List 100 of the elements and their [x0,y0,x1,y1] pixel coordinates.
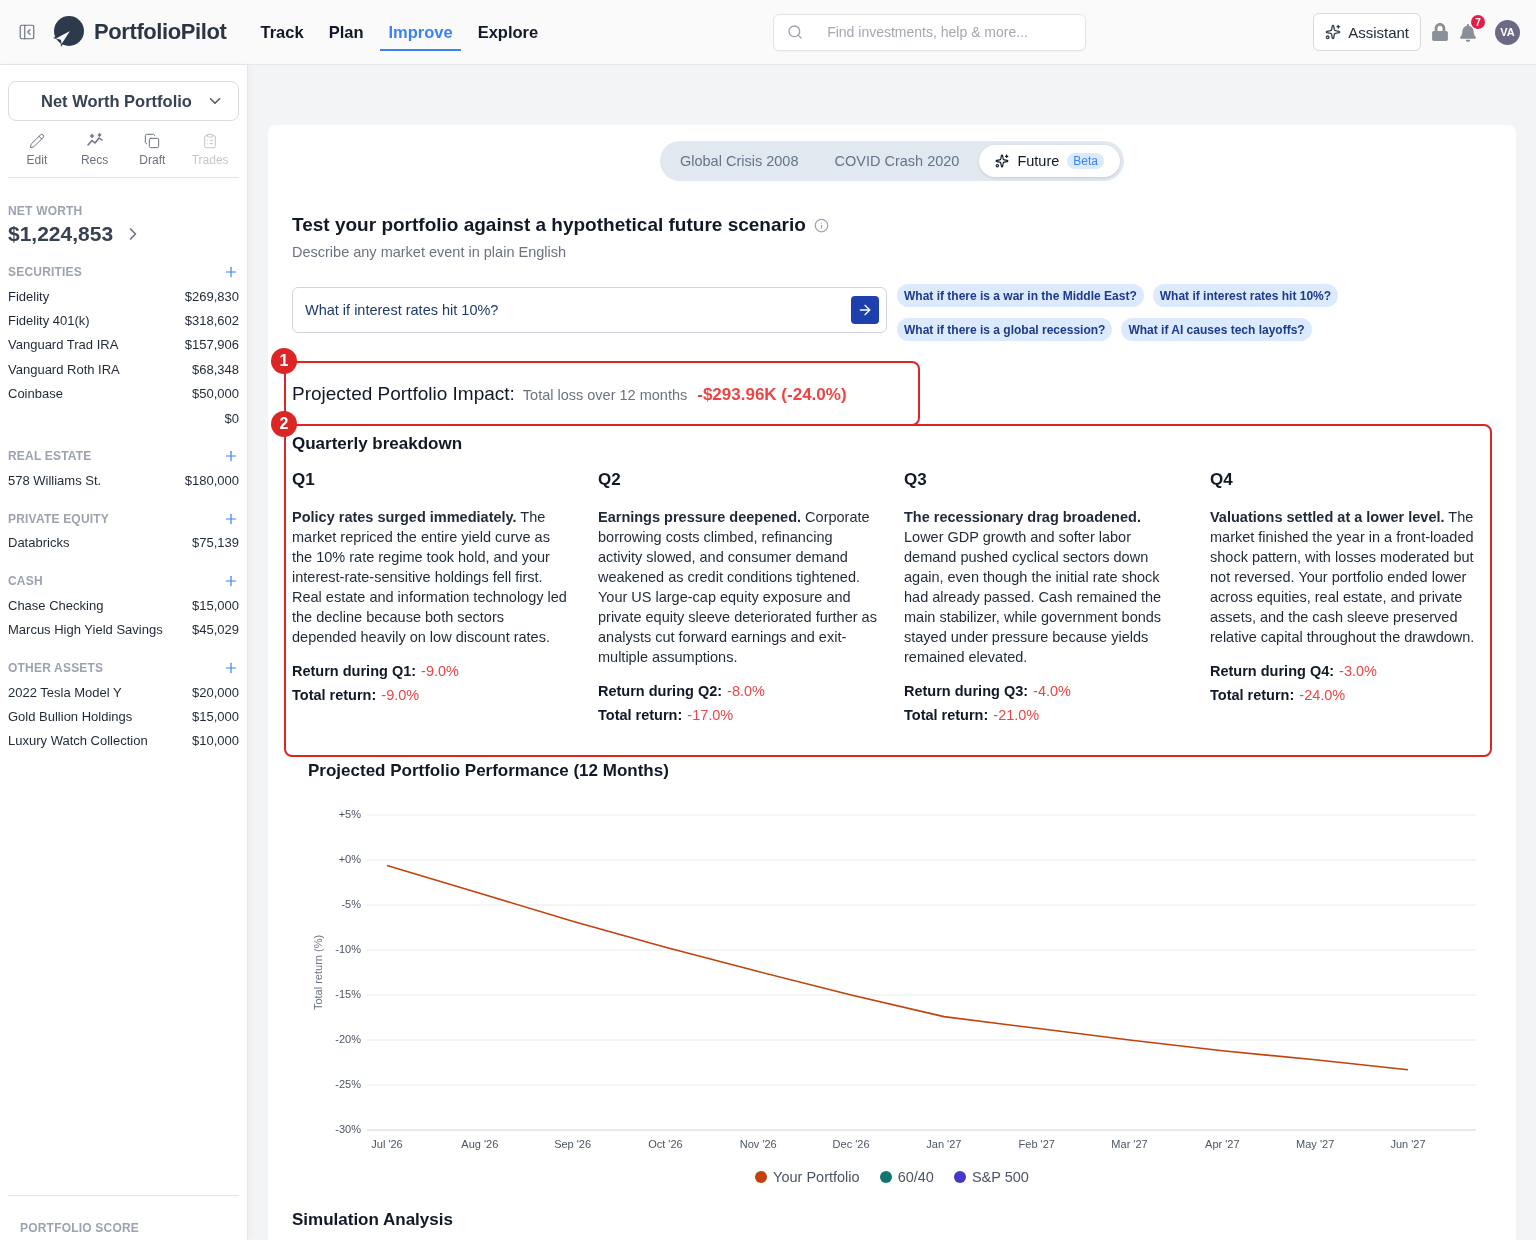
action-button[interactable]: Draft [123,133,182,167]
section-title: PORTFOLIO SCORE [20,1221,139,1235]
account-name[interactable]: Fidelity 401(k) [8,313,90,329]
account-name[interactable]: 2022 Tesla Model Y [8,684,122,700]
account-name[interactable]: 578 Williams St. [8,473,102,489]
account-name[interactable]: Vanguard Roth IRA [8,361,120,377]
account-name[interactable]: Gold Bullion Holdings [8,709,133,724]
suggestion-chip[interactable]: What if interest rates hit 10%? [1152,284,1339,307]
x-tick-label: Oct '26 [648,1137,683,1150]
copy-icon [144,133,161,149]
stat-label: Total return: [292,686,377,705]
account-name[interactable]: Fidelity [8,288,50,304]
stat-label: Total return: [1210,686,1295,705]
sparkle-icon [995,154,1010,168]
y-tick-label: +0% [338,852,361,865]
portfolio-dropdown[interactable]: Net Worth Portfolio [8,81,239,121]
stat-value: -4.0% [1033,682,1071,701]
section-heading: Simulation Analysis [292,1211,454,1229]
step-marker: 1 [271,348,297,374]
suggestion-chip[interactable]: What if there is a war in the Middle East? [897,284,1144,307]
quarter-title: Q4 [1210,470,1234,490]
pencil-icon [28,133,45,149]
x-tick-label: Mar '27 [1111,1137,1148,1150]
section-title: REAL ESTATE [8,449,92,464]
stat-value: -3.0% [1339,662,1377,681]
search-field[interactable]: Find investments, help & more... [773,13,1087,51]
stat-value: -21.0% [993,706,1040,725]
account-value: $0 [224,410,239,426]
account-value: $180,000 [184,473,239,489]
y-tick-label: -25% [335,1077,361,1090]
stat-label: Return during Q2: [598,682,723,701]
x-tick-label: Apr '27 [1205,1137,1240,1150]
submit-button[interactable] [851,296,879,324]
stat-value: -24.0% [1299,686,1346,705]
nav-tab[interactable]: Plan [320,13,372,51]
account-value: $318,602 [184,313,239,329]
info-icon[interactable] [813,217,829,233]
suggestion-chip[interactable]: What if AI causes tech layoffs? [1121,318,1312,341]
action-button[interactable]: Edit [8,133,66,167]
logo-icon[interactable] [52,16,84,48]
stat-value: -9.0% [381,686,420,705]
suggestion-chip[interactable]: What if there is a global recession? [897,318,1113,341]
quarter-title: Q3 [904,470,928,490]
account-value: $15,000 [192,709,239,724]
nav-tab[interactable]: Explore [469,13,547,51]
legend-label: 60/40 [897,1169,934,1185]
impact-caption: Total loss over 12 months [522,387,688,403]
section-title: CASH [8,574,43,589]
y-tick-label: -30% [335,1122,361,1135]
x-tick-label: Dec '26 [832,1137,870,1150]
assistant-button[interactable]: Assistant [1313,13,1421,51]
search-icon [787,23,804,40]
stat-value: -17.0% [687,706,734,725]
x-tick-label: Feb '27 [1018,1137,1055,1150]
x-tick-label: Jan '27 [926,1137,962,1150]
x-tick-label: Sep '26 [554,1137,592,1150]
stat-label: Return during Q4: [1210,662,1335,681]
nav-tab[interactable]: Track [252,13,312,51]
scenario-tab[interactable]: Future Beta [979,145,1120,177]
zigzag-line-icon [86,133,103,149]
account-name[interactable]: Vanguard Trad IRA [8,337,119,353]
add-button[interactable] [223,264,239,280]
x-tick-label: May '27 [1296,1137,1335,1150]
account-name[interactable]: Coinbase [8,386,63,402]
section-subtitle: Describe any market event in plain English [292,244,568,260]
block-title: Quarterly breakdown [292,434,464,454]
legend-label: Your Portfolio [773,1169,860,1185]
stat-label: Total return: [598,706,683,725]
section-title: PRIVATE EQUITY [8,511,110,526]
account-name[interactable]: Marcus High Yield Savings [8,622,163,638]
notifications-button[interactable]: 7 [1459,15,1485,43]
y-tick-label: -20% [335,1032,361,1045]
net-worth-value: $1,224,853 [8,222,114,246]
stat-label: Return during Q1: [292,662,417,681]
account-value: $68,348 [192,361,239,377]
notification-count: 7 [1471,15,1485,29]
scenario-tab[interactable]: Global Crisis 2008 [664,145,815,177]
sidebar-toggle-icon[interactable] [18,23,36,41]
quarter-description: Policy rates surged immediately. The market repriced the entire yield curve as the 10% rate regime took hold, and your interest-rate-sensitive holdings fell first. Real estate and information technology led the decline because both sectors depended heavily on low discount rates. [292,508,568,647]
legend-label: S&P 500 [971,1169,1029,1185]
account-name[interactable]: Databricks [8,535,70,551]
quarter-title: Q2 [598,470,622,490]
section-title: OTHER ASSETS [8,660,104,675]
scenario-input-field[interactable]: What if interest rates hit 10%? [292,287,887,333]
nav-tab[interactable]: Improve [380,13,461,51]
action-button[interactable]: Recs [65,133,124,167]
section-title: SECURITIES [8,265,82,279]
plus-icon [223,264,239,280]
quarter-description: The recessionary drag broadened. Lower GDP growth and softer labor demand pushed cyclical sectors down again, even though the initial rate shock had already passed. Cash remained the main stabilizer, while government bonds stayed under pressure because yields remained elevated. [904,508,1163,667]
account-name[interactable]: Luxury Watch Collection [8,733,148,749]
avatar[interactable]: VA [1495,19,1520,45]
stat-label: Return during Q3: [904,682,1029,701]
account-name[interactable]: Chase Checking [8,597,104,613]
y-axis-title: Total return (%) [311,934,324,1011]
y-tick-label: -5% [341,897,361,910]
brand-name: PortfolioPilot [94,19,227,45]
section-heading: Test your portfolio against a hypothetical future scenario [292,214,806,236]
account-value: $157,906 [184,337,239,353]
lock-icon[interactable] [1431,23,1449,41]
scenario-tab[interactable]: COVID Crash 2020 [818,145,976,177]
